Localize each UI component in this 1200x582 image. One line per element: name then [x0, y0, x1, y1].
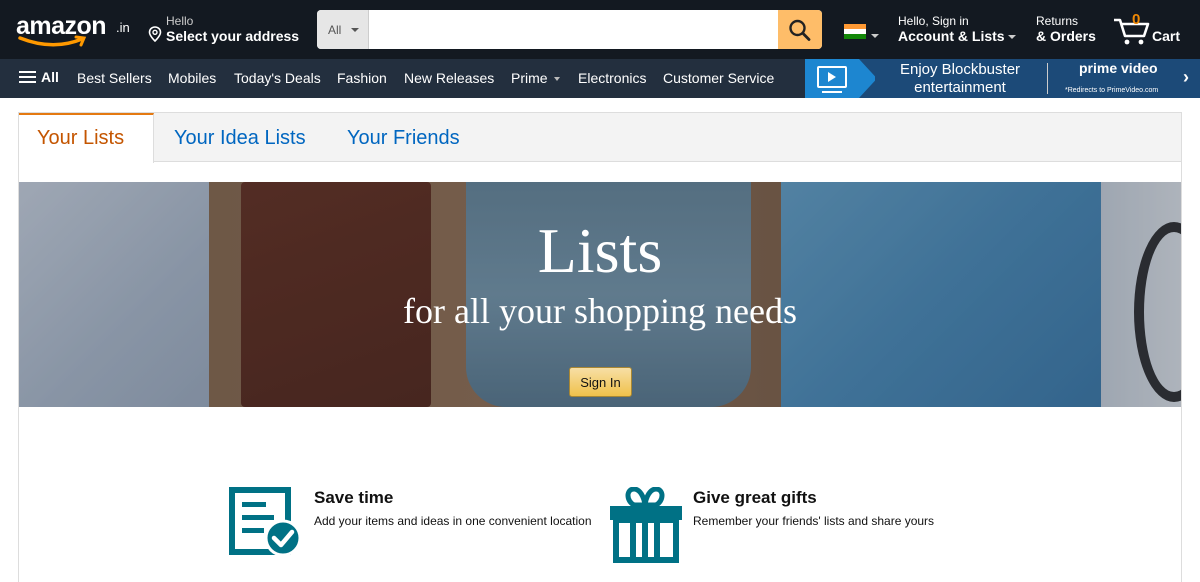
feature-description: Remember your friends' lists and share y… [693, 514, 935, 528]
address-greeting: Hello [166, 14, 194, 28]
hero-title: Lists [537, 215, 663, 286]
feature-description: Add your items and ideas in one convenie… [314, 514, 592, 528]
search-bar: All [317, 10, 822, 49]
amazon-logo[interactable]: amazon .in [16, 10, 132, 48]
lists-tab-bar: Your Lists Your Idea Lists Your Friends [19, 113, 1181, 163]
nav-item-fashion[interactable]: Fashion [337, 70, 387, 86]
cart-label: Cart [1152, 28, 1181, 44]
chevron-down-icon [553, 77, 560, 82]
hero-subtitle: for all your shopping needs [403, 291, 797, 331]
chevron-down-icon [351, 28, 359, 32]
lists-hero-banner: Lists for all your shopping needs Sign I… [19, 182, 1181, 407]
chevron-right-icon[interactable]: › [1183, 67, 1189, 88]
nav-item-todays-deals[interactable]: Today's Deals [234, 70, 321, 86]
returns-orders-link[interactable]: Returns & Orders [1036, 14, 1102, 46]
nav-item-best-sellers[interactable]: Best Sellers [77, 70, 152, 86]
nav-item-customer-service[interactable]: Customer Service [663, 70, 774, 86]
hamburger-icon [19, 71, 36, 84]
promo-redirect-note: *Redirects to PrimeVideo.com [1065, 87, 1159, 94]
account-lists-label: Account & Lists [898, 28, 1005, 44]
all-label: All [41, 69, 59, 85]
top-header: amazon .in Hello Select your address All [0, 0, 1200, 59]
nav-item-prime[interactable]: Prime [511, 70, 560, 86]
language-selector[interactable] [844, 24, 880, 44]
feature-title: Save time [314, 488, 394, 507]
promo-line2: entertainment [914, 79, 1006, 96]
tv-stand-icon [822, 91, 842, 93]
prime-video-logo: prime video [1079, 60, 1158, 76]
lists-panel: Your Lists Your Idea Lists Your Friends … [18, 112, 1182, 582]
returns-label: Returns [1036, 14, 1079, 28]
tab-your-lists[interactable]: Your Lists [19, 113, 154, 163]
promo-line1: Enjoy Blockbuster [899, 61, 1021, 78]
cart-icon [1114, 18, 1150, 45]
search-button[interactable] [778, 10, 822, 49]
checklist-icon [229, 487, 302, 557]
search-input[interactable] [370, 10, 778, 49]
feature-title: Give great gifts [693, 488, 817, 507]
prime-video-promo-banner[interactable]: Enjoy Blockbuster entertainment prime vi… [805, 59, 1200, 98]
tab-your-friends[interactable]: Your Friends [347, 113, 460, 162]
deliver-to-address[interactable]: Hello Select your address [146, 14, 306, 46]
chevron-down-icon [1008, 35, 1016, 39]
account-greeting: Hello, Sign in [898, 14, 969, 28]
nav-item-new-releases[interactable]: New Releases [404, 70, 494, 86]
account-menu[interactable]: Hello, Sign in Account & Lists [898, 14, 1020, 46]
smile-icon [18, 35, 87, 47]
location-pin-icon [148, 26, 162, 42]
search-category-label: All [328, 23, 342, 37]
nav-item-mobiles[interactable]: Mobiles [168, 70, 216, 86]
nav-item-prime-label: Prime [511, 70, 548, 86]
tv-play-icon [817, 66, 847, 88]
cart-count: 0 [1132, 11, 1141, 28]
address-select: Select your address [166, 28, 300, 44]
search-category-dropdown[interactable]: All [317, 10, 369, 49]
tab-your-idea-lists[interactable]: Your Idea Lists [174, 113, 306, 162]
search-icon [789, 19, 811, 41]
orders-label: & Orders [1036, 28, 1096, 44]
india-flag-icon [844, 24, 866, 39]
nav-item-electronics[interactable]: Electronics [578, 70, 646, 86]
logo-tld: .in [116, 20, 130, 35]
promo-divider [1047, 63, 1048, 94]
chevron-down-icon [871, 34, 879, 38]
gift-icon [610, 487, 682, 563]
cart-button[interactable]: 0 Cart [1112, 10, 1186, 46]
sign-in-button[interactable]: Sign In [569, 367, 632, 397]
